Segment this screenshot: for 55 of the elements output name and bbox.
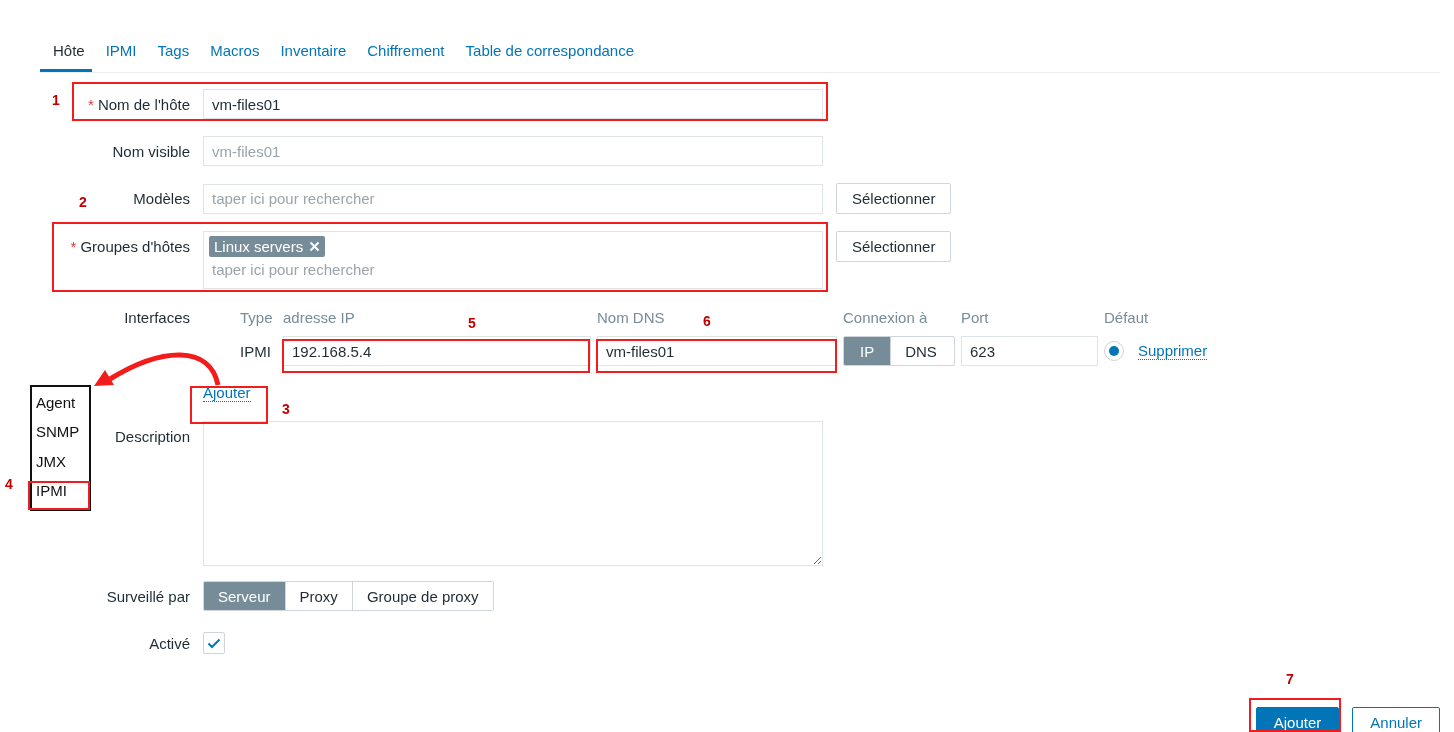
field-label: Activé [149, 634, 190, 652]
host-name-field[interactable]: vm-files01 [203, 89, 823, 119]
step-number: 5 [468, 315, 476, 331]
step-number: 7 [1286, 671, 1294, 687]
field-label: Surveillé par [106, 587, 190, 605]
tab[interactable]: Table de correspondance [452, 36, 641, 72]
tab[interactable]: Inventaire [267, 36, 354, 72]
description-field[interactable] [203, 421, 823, 566]
tag-chip: Linux servers [209, 236, 326, 257]
search-placeholder: taper ici pour rechercher [211, 261, 376, 278]
step-number: 2 [79, 194, 87, 210]
field-label: Modèles [133, 190, 190, 207]
field-label: Nom visible [112, 142, 190, 160]
field-label: * Groupes d'hôtes [70, 237, 190, 255]
port-field[interactable]: 623 [961, 336, 1098, 366]
column-header: adresse IP [283, 309, 355, 326]
column-header: Nom DNS [597, 309, 665, 326]
tab[interactable]: Macros [197, 36, 267, 72]
select-button[interactable]: Sélectionner [836, 183, 952, 214]
dns-name-field[interactable]: vm-files01 [597, 336, 837, 366]
menu-item[interactable]: JMX [32, 450, 89, 480]
menu-item[interactable]: IPMI [32, 479, 89, 509]
templates-field[interactable]: taper ici pour rechercher [203, 183, 823, 214]
visible-name-field[interactable]: vm-files01 [203, 136, 823, 166]
tab[interactable]: Hôte [40, 36, 92, 72]
column-header: Défaut [1104, 309, 1149, 326]
cancel-button[interactable]: Annuler [1352, 707, 1440, 732]
enabled-checkbox[interactable] [203, 632, 225, 654]
step-number: 6 [703, 313, 711, 329]
menu-item[interactable]: SNMP [32, 421, 89, 451]
field-label: Interfaces [124, 309, 190, 326]
step-number: 3 [282, 401, 290, 417]
tab[interactable]: Tags [144, 36, 197, 72]
connect-to-toggle[interactable]: IP DNS [843, 336, 955, 366]
field-label: * Nom de l'hôte [88, 95, 190, 113]
menu-item[interactable]: Agent [32, 392, 89, 422]
monitored-by-toggle[interactable]: Serveur Proxy Groupe de proxy [203, 581, 494, 611]
check-icon [207, 637, 221, 649]
select-button[interactable]: Sélectionner [836, 231, 952, 262]
column-header: Connexion à [843, 309, 928, 326]
add-link[interactable]: Ajouter [203, 384, 251, 402]
ip-address-field[interactable]: 192.168.5.4 [283, 336, 591, 366]
tab[interactable]: IPMI [92, 36, 144, 72]
step-number: 1 [52, 92, 60, 108]
column-header: Port [961, 309, 989, 326]
column-header: Type [239, 309, 273, 326]
close-icon[interactable] [309, 241, 321, 252]
field-label: Description [114, 427, 190, 445]
interface-type: IPMI [239, 342, 272, 360]
tab[interactable]: Chiffrement [354, 36, 452, 72]
add-button[interactable]: Ajouter [1255, 707, 1340, 732]
segment-option[interactable]: Groupe de proxy [351, 582, 493, 610]
highlight-frame [28, 481, 90, 510]
remove-link[interactable]: Supprimer [1138, 342, 1208, 360]
step-number: 4 [5, 476, 13, 492]
